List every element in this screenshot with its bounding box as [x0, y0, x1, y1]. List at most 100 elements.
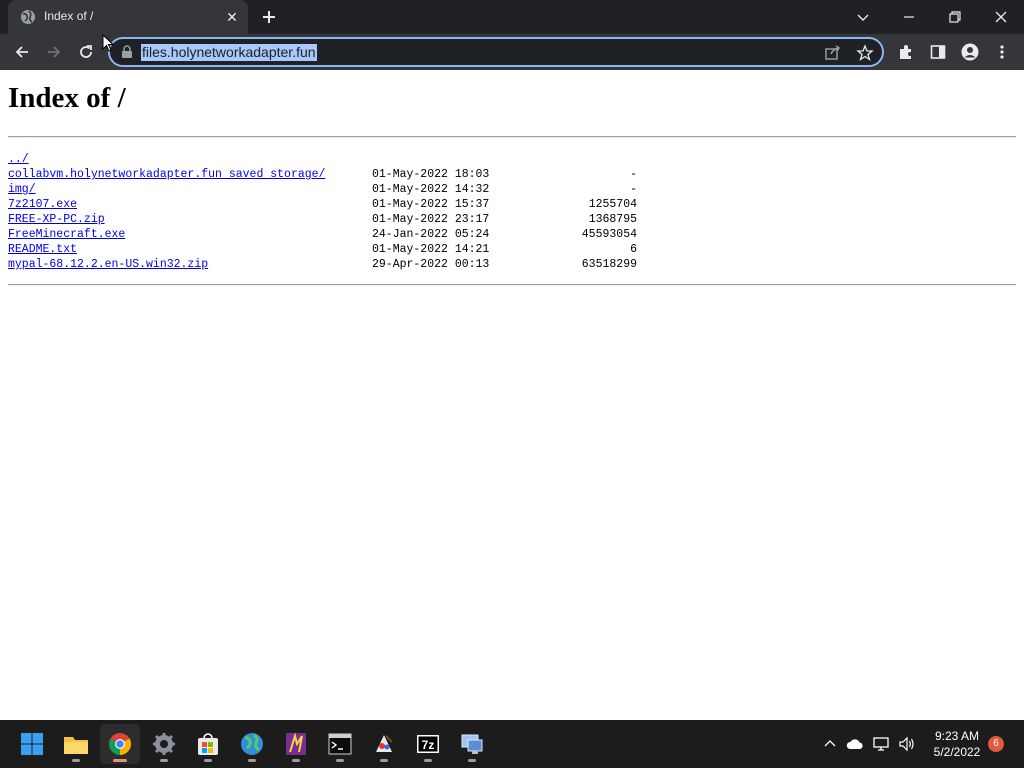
share-icon[interactable] [824, 44, 842, 62]
running-indicator [72, 759, 80, 762]
file-link[interactable]: img/ [8, 183, 36, 196]
show-hidden-icons-button[interactable] [820, 734, 840, 754]
file-date: 29-Apr-2022 00:13 [372, 258, 490, 271]
page-title: Index of / [8, 82, 126, 114]
restore-button[interactable] [932, 0, 978, 34]
running-indicator [380, 759, 388, 762]
file-link[interactable]: mypal-68.12.2.en-US.win32.zip [8, 258, 208, 271]
remote-desktop-icon [461, 734, 483, 754]
file-size: - [630, 168, 637, 181]
file-link[interactable]: collabvm.holynetworkadapter.fun saved st… [8, 168, 325, 181]
minimize-button[interactable] [886, 0, 932, 34]
file-size: 6 [630, 243, 637, 256]
file-size: 63518299 [581, 258, 637, 271]
more-vertical-icon [1000, 45, 1004, 59]
running-indicator [336, 759, 344, 762]
taskbar-file-explorer[interactable] [56, 724, 96, 764]
minimize-icon [904, 16, 914, 18]
taskbar-winamp[interactable] [276, 724, 316, 764]
chevron-up-icon [824, 740, 836, 747]
list-item: ../ [8, 153, 648, 168]
start-button[interactable] [12, 724, 52, 764]
clock-date: 5/2/2022 [933, 745, 981, 759]
tab-title: Index of / [44, 9, 94, 23]
network-button[interactable] [872, 734, 892, 754]
side-panel-button[interactable] [928, 42, 948, 62]
file-date: 01-May-2022 14:21 [372, 243, 490, 256]
taskbar-settings[interactable] [144, 724, 184, 764]
running-indicator [248, 759, 256, 762]
list-item: FreeMinecraft.exe 24-Jan-2022 05:24 4559… [8, 228, 648, 243]
side-panel-icon [930, 45, 946, 59]
running-indicator [160, 759, 168, 762]
browser-tab[interactable]: Index of / ✕ [8, 0, 248, 34]
puzzle-icon [900, 45, 911, 59]
address-bar[interactable]: files.holynetworkadapter.fun [108, 37, 884, 67]
file-date: 24-Jan-2022 05:24 [372, 228, 490, 241]
list-item: README.txt 01-May-2022 14:21 6 [8, 243, 648, 258]
arrow-right-icon [48, 46, 61, 58]
parent-directory-link[interactable]: ../ [8, 153, 29, 166]
taskbar-terminal[interactable] [320, 724, 360, 764]
file-size: 1255704 [588, 198, 637, 211]
chevron-down-icon [857, 14, 869, 21]
file-date: 01-May-2022 18:03 [372, 168, 490, 181]
taskbar-globe-browser[interactable] [232, 724, 272, 764]
tab-strip: Index of / ✕ [0, 0, 1024, 34]
file-date: 01-May-2022 23:17 [372, 213, 490, 226]
active-indicator [113, 759, 127, 762]
taskbar-store[interactable] [188, 724, 228, 764]
profile-icon [961, 43, 979, 61]
speaker-icon [899, 736, 914, 752]
extensions-button[interactable] [896, 42, 916, 62]
file-link[interactable]: FREE-XP-PC.zip [8, 213, 105, 226]
lock-icon[interactable] [120, 45, 134, 59]
divider-bottom [8, 284, 1016, 286]
file-date: 01-May-2022 14:32 [372, 183, 490, 196]
browser-toolbar: files.holynetworkadapter.fun [0, 34, 1024, 70]
arrow-left-icon [15, 46, 28, 58]
star-icon[interactable] [856, 44, 874, 62]
taskbar-7zip[interactable]: 7z [408, 724, 448, 764]
settings-icon [153, 733, 175, 755]
back-button[interactable] [10, 40, 34, 64]
tab-search-button[interactable] [840, 0, 886, 34]
onedrive-button[interactable] [845, 734, 865, 754]
terminal-icon [328, 733, 352, 755]
file-explorer-icon [64, 737, 88, 754]
paint-icon [376, 735, 393, 752]
volume-button[interactable] [897, 734, 917, 754]
file-link[interactable]: README.txt [8, 243, 77, 256]
winamp-icon [286, 732, 306, 755]
notification-badge[interactable]: 6 [988, 736, 1004, 752]
taskbar-chrome[interactable] [100, 724, 140, 764]
tab-close-icon[interactable]: ✕ [224, 9, 240, 25]
running-indicator [424, 759, 432, 762]
url-text[interactable]: files.holynetworkadapter.fun [141, 44, 317, 61]
menu-button[interactable] [992, 42, 1012, 62]
taskbar-paint[interactable] [364, 724, 404, 764]
running-indicator [204, 759, 212, 762]
chrome-icon [109, 733, 131, 755]
reload-button[interactable] [74, 40, 98, 64]
file-date: 01-May-2022 15:37 [372, 198, 490, 211]
microsoft-store-icon [198, 733, 218, 755]
mouse-cursor-icon [102, 34, 114, 52]
new-tab-icon[interactable] [258, 6, 280, 28]
start-icon [21, 733, 43, 755]
list-item: img/ 01-May-2022 14:32 - [8, 183, 648, 198]
reload-icon [80, 45, 92, 58]
7zip-icon: 7z [417, 735, 439, 753]
list-item: 7z2107.exe 01-May-2022 15:37 1255704 [8, 198, 648, 213]
taskbar-clock[interactable]: 9:23 AM 5/2/2022 [926, 728, 988, 760]
taskbar-remote-desktop[interactable] [452, 724, 492, 764]
file-listing: ../ collabvm.holynetworkadapter.fun save… [8, 153, 648, 273]
running-indicator [468, 759, 476, 762]
close-window-button[interactable] [978, 0, 1024, 34]
taskbar: 7z 9:23 AM 5/2/2022 6 [0, 720, 1024, 768]
restore-icon [949, 11, 961, 23]
profile-button[interactable] [960, 42, 980, 62]
forward-button[interactable] [42, 40, 66, 64]
file-link[interactable]: 7z2107.exe [8, 198, 77, 211]
file-link[interactable]: FreeMinecraft.exe [8, 228, 125, 241]
